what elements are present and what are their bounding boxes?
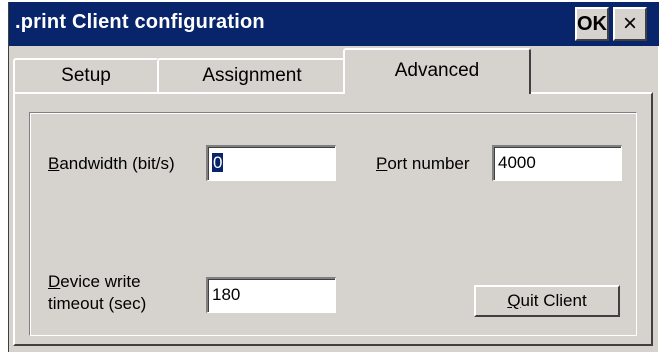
bandwidth-field[interactable]: 0 — [206, 145, 336, 181]
timeout-label-line2: timeout (sec) — [48, 294, 147, 313]
port-mnemonic: P — [376, 154, 388, 173]
settings-group: Bandwidth (bit/s) 0 Port number 4000 Dev… — [29, 112, 637, 336]
tab-assignment[interactable]: Assignment — [157, 58, 347, 92]
quit-client-button[interactable]: Quit Client — [474, 285, 620, 317]
quit-mnemonic: Q — [507, 291, 521, 310]
bandwidth-label-text: andwidth (bit/s) — [59, 154, 175, 173]
timeout-label: Device write timeout (sec) — [48, 271, 146, 315]
bandwidth-value: 0 — [212, 153, 224, 172]
title-bar: .print Client configuration OK × — [9, 2, 659, 46]
port-number-value: 4000 — [498, 153, 536, 172]
bandwidth-mnemonic: B — [48, 154, 60, 173]
config-window: .print Client configuration OK × Setup A… — [8, 2, 659, 352]
close-button[interactable]: × — [613, 7, 647, 41]
timeout-mnemonic: D — [48, 272, 61, 291]
bandwidth-label: Bandwidth (bit/s) — [48, 153, 175, 175]
ok-button[interactable]: OK — [575, 7, 609, 41]
tab-advanced[interactable]: Advanced — [343, 48, 531, 94]
timeout-field[interactable]: 180 — [206, 277, 336, 313]
timeout-label-line1: Device write — [48, 271, 146, 293]
port-label-text: ort number — [387, 154, 470, 173]
port-label: Port number — [376, 153, 470, 175]
timeout-value: 180 — [212, 285, 241, 304]
port-number-field[interactable]: 4000 — [492, 145, 622, 181]
advanced-panel: Bandwidth (bit/s) 0 Port number 4000 Dev… — [13, 92, 653, 346]
tab-setup[interactable]: Setup — [13, 58, 159, 92]
quit-client-label: uit Client — [520, 291, 587, 310]
timeout-label-line1-text: evice write — [60, 272, 141, 291]
window-title: .print Client configuration — [15, 11, 265, 33]
